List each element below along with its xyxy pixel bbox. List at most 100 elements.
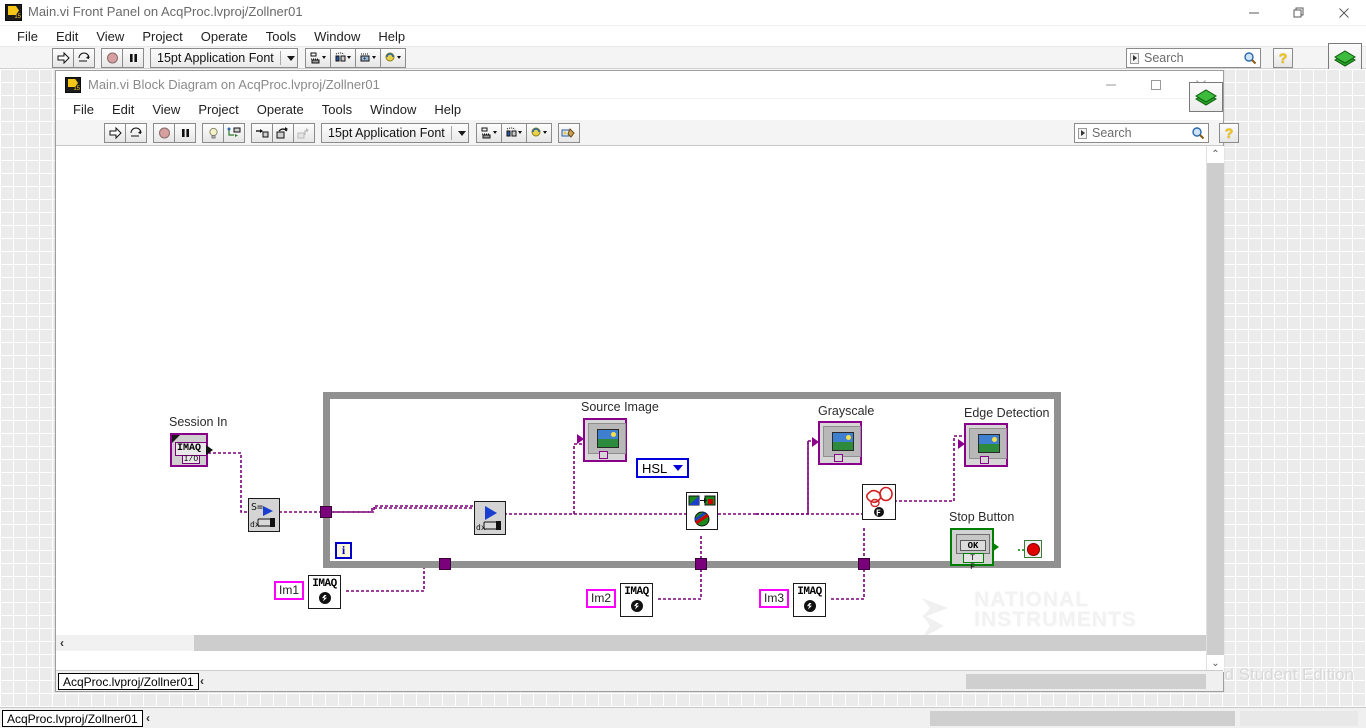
run-button[interactable] <box>52 48 74 68</box>
imaq-edge-detection-vi[interactable]: F <box>862 484 896 520</box>
terminal-output-arrow-icon <box>206 445 213 455</box>
distribute-objects-button[interactable] <box>329 48 356 68</box>
block-diagram-menubar: File Edit View Project Operate Tools Win… <box>56 99 1223 120</box>
menu-project[interactable]: Project <box>189 100 247 119</box>
clean-up-diagram-button[interactable] <box>557 123 580 143</box>
imaq-grab-vi[interactable]: dx <box>474 501 506 535</box>
menu-help[interactable]: Help <box>425 100 470 119</box>
reorder-objects-button[interactable] <box>379 48 406 68</box>
vertical-scroll-thumb[interactable] <box>1207 163 1224 655</box>
scroll-up-arrow[interactable]: ⌃ <box>1207 146 1224 163</box>
iteration-terminal[interactable]: i <box>335 542 352 559</box>
horizontal-scroll-thumb[interactable] <box>194 635 1208 651</box>
image-name-constant-2[interactable]: Im2 <box>586 589 617 608</box>
align-objects-button[interactable] <box>304 48 331 68</box>
reorder-objects-button[interactable] <box>525 123 552 143</box>
run-continuously-button[interactable] <box>73 48 95 68</box>
edge-detection-glyph: F <box>866 486 893 518</box>
imaq-color-conversion-vi[interactable] <box>686 492 718 530</box>
font-selector[interactable]: 15pt Application Font <box>321 123 469 143</box>
menu-help[interactable]: Help <box>369 27 414 46</box>
abort-execution-button[interactable] <box>153 123 175 143</box>
edge-detection-indicator[interactable] <box>958 423 1008 467</box>
loop-tunnel-bottom-2[interactable] <box>695 558 707 570</box>
stop-button-control[interactable]: OK T F <box>950 528 999 572</box>
menu-operate[interactable]: Operate <box>248 100 313 119</box>
abort-execution-button[interactable] <box>101 48 123 68</box>
maximize-icon[interactable] <box>1133 71 1178 99</box>
menu-project[interactable]: Project <box>133 27 191 46</box>
menu-file[interactable]: File <box>64 100 103 119</box>
menu-file[interactable]: File <box>8 27 47 46</box>
menu-edit[interactable]: Edit <box>103 100 143 119</box>
imaq-create-label: IMAQ <box>624 586 649 598</box>
menu-tools[interactable]: Tools <box>257 27 305 46</box>
imaq-bolt-icon <box>630 600 643 612</box>
terminal-input-arrow-icon <box>958 439 965 449</box>
svg-text:S=: S= <box>251 502 263 513</box>
search-input[interactable]: Search <box>1126 48 1261 68</box>
imaq-grab-acquire-vi[interactable]: S= dx <box>248 498 280 532</box>
step-into-button[interactable] <box>251 123 273 143</box>
run-continuously-button[interactable] <box>125 123 147 143</box>
menu-view[interactable]: View <box>143 100 189 119</box>
menu-edit[interactable]: Edit <box>47 27 87 46</box>
horizontal-scrollbar[interactable]: ‹ <box>56 635 1208 651</box>
image-frame <box>969 428 1007 459</box>
menu-window[interactable]: Window <box>305 27 369 46</box>
image-name-constant-3[interactable]: Im3 <box>759 589 790 608</box>
search-icon <box>1244 52 1257 65</box>
help-button[interactable]: ? <box>1219 123 1239 143</box>
menu-window[interactable]: Window <box>361 100 425 119</box>
front-panel-title: Main.vi Front Panel on AcqProc.lvproj/Zo… <box>28 4 303 19</box>
front-panel-status-block <box>930 711 1235 726</box>
distribute-objects-button[interactable] <box>500 123 527 143</box>
search-placeholder: Search <box>1144 51 1184 65</box>
resize-objects-button[interactable]: + <box>354 48 381 68</box>
block-diagram-canvas[interactable]: i Session In IMAQ I/O S= dx dx Source Im… <box>56 146 1208 672</box>
source-image-indicator[interactable] <box>577 418 627 462</box>
minimize-icon[interactable] <box>1088 71 1133 99</box>
step-over-button[interactable] <box>272 123 294 143</box>
front-panel-status-chevron[interactable]: ‹ <box>146 711 150 725</box>
color-mode-enum-constant[interactable]: HSL <box>636 458 690 478</box>
fp-run-controls: 15pt Application Font + <box>52 48 406 68</box>
minimize-icon[interactable] <box>1231 0 1276 26</box>
loop-tunnel-bottom-1[interactable] <box>439 558 451 570</box>
align-objects-button[interactable] <box>475 123 502 143</box>
restore-icon[interactable] <box>1276 0 1321 26</box>
menu-view[interactable]: View <box>87 27 133 46</box>
pause-button[interactable] <box>174 123 196 143</box>
stop-terminal[interactable] <box>1024 540 1042 558</box>
help-button[interactable]: ? <box>1273 48 1293 68</box>
labview-vi-icon <box>5 4 22 21</box>
block-diagram-status-chevron[interactable]: ‹ <box>200 674 204 688</box>
grab-glyph: dx <box>476 506 501 532</box>
font-selector[interactable]: 15pt Application Font <box>150 48 298 68</box>
menu-tools[interactable]: Tools <box>313 100 361 119</box>
front-panel-status-path[interactable]: AcqProc.lvproj/Zollner01 <box>2 710 143 727</box>
search-input[interactable]: Search <box>1074 123 1209 143</box>
imaq-create-vi-1[interactable]: IMAQ <box>308 575 341 609</box>
chevron-down-icon <box>673 465 684 471</box>
watermark-line-2: INSTRUMENTS <box>974 608 1137 631</box>
step-out-button[interactable] <box>293 123 315 143</box>
pause-button[interactable] <box>122 48 144 68</box>
grayscale-indicator[interactable] <box>812 421 862 465</box>
menu-operate[interactable]: Operate <box>192 27 257 46</box>
close-icon[interactable] <box>1321 0 1366 26</box>
session-in-control[interactable]: IMAQ I/O <box>170 433 213 467</box>
run-button[interactable] <box>104 123 126 143</box>
context-help-book-icon[interactable] <box>1189 82 1223 112</box>
search-scope-icon <box>1130 52 1139 64</box>
loop-tunnel-left[interactable] <box>320 506 332 518</box>
image-name-constant-1[interactable]: Im1 <box>274 581 305 600</box>
retain-wire-values-button[interactable] <box>223 123 245 143</box>
loop-tunnel-bottom-3[interactable] <box>858 558 870 570</box>
block-diagram-status-path[interactable]: AcqProc.lvproj/Zollner01 <box>58 673 199 690</box>
imaq-create-vi-2[interactable]: IMAQ <box>620 583 653 617</box>
vertical-scrollbar[interactable]: ⌃ ⌄ <box>1206 146 1224 672</box>
scroll-left-chevron[interactable]: ‹ <box>60 636 64 650</box>
highlight-execution-button[interactable] <box>202 123 224 143</box>
imaq-create-vi-3[interactable]: IMAQ <box>793 583 826 617</box>
